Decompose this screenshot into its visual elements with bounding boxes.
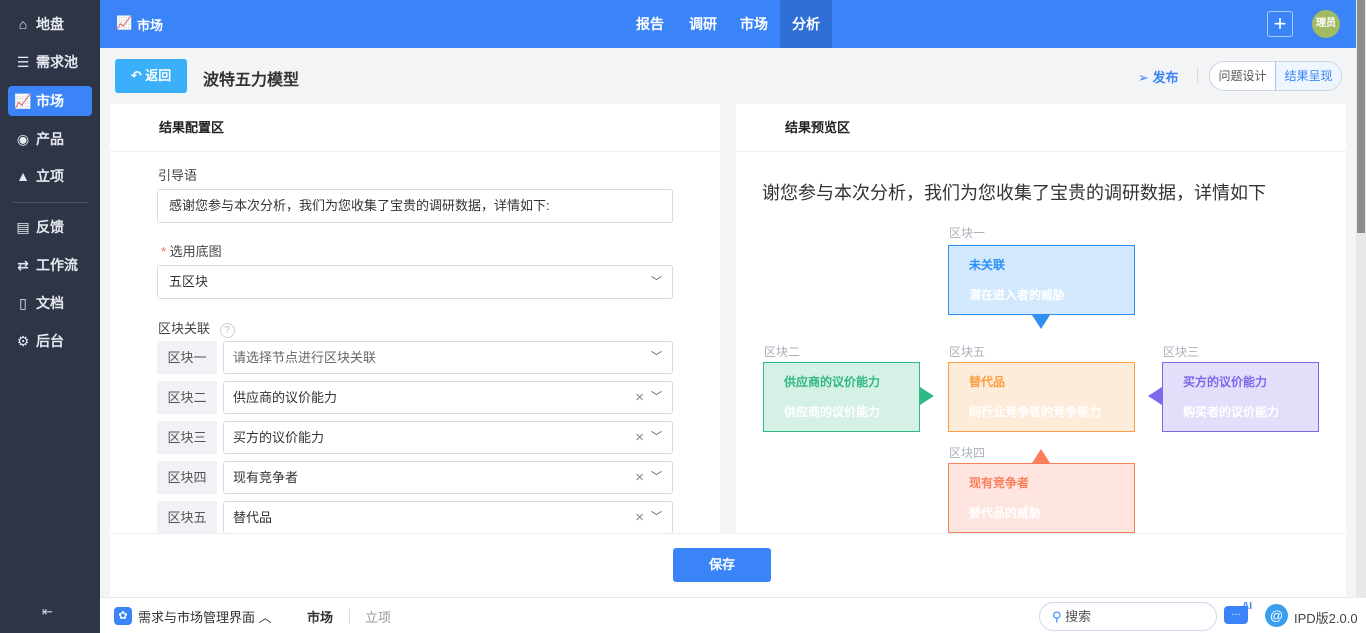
top-bar: 📈 市场 报告 调研 市场 分析 + 理员 (100, 0, 1356, 48)
divider (1197, 67, 1198, 83)
preview-panel-title: 结果预览区 (736, 104, 1346, 152)
breadcrumb-project[interactable]: 立项 (365, 607, 391, 626)
tab-result-display[interactable]: 结果呈现 (1275, 62, 1341, 90)
block-3: 买方的议价能力 购买者的议价能力 (1162, 362, 1319, 432)
arrow-up-icon (1032, 449, 1050, 463)
sidebar-item-requirements[interactable]: ☰ 需求池 (8, 47, 92, 77)
nav-research[interactable]: 调研 (677, 0, 729, 48)
sidebar-divider (12, 202, 88, 203)
chevron-up-icon: ︿ (258, 610, 272, 625)
search-input[interactable]: ⚲ 搜索 (1039, 602, 1217, 631)
bottom-bar: ✿ 需求与市场管理界面 ︿ 市场 立项 ⚲ 搜索 … AI @ IPD版2.0.… (100, 597, 1366, 633)
divider (349, 609, 350, 624)
clear-icon[interactable]: × (635, 462, 644, 493)
block-5: 替代品 同行业竞争者的竞争能力 (948, 362, 1135, 432)
module-title: 市场 (137, 18, 164, 33)
block-row-label: 区块五 (157, 501, 217, 534)
view-tabs: 问题设计 结果呈现 (1209, 61, 1342, 91)
intro-input[interactable]: 感谢您参与本次分析，我们为您收集了宝贵的调研数据，详情如下: (157, 189, 673, 223)
nav-analysis[interactable]: 分析 (780, 0, 832, 48)
sidebar-item-market[interactable]: 📈 市场 (8, 86, 92, 116)
clear-icon[interactable]: × (635, 422, 644, 453)
ipd-logo-icon: @ (1265, 604, 1288, 627)
nav-market[interactable]: 市场 (728, 0, 780, 48)
search-icon: ⚲ (1052, 609, 1066, 624)
clear-icon[interactable]: × (635, 502, 644, 533)
block-4: 现有竞争者 替代品的威胁 (948, 463, 1135, 533)
sidebar-item-workflow[interactable]: ⇄ 工作流 (8, 250, 92, 280)
block-4-select[interactable]: 现有竞争者 × ﹀ (223, 461, 673, 494)
block-assoc-label: 区块关联 ? (158, 318, 235, 338)
collapse-sidebar-icon[interactable]: ⇤ (42, 604, 53, 620)
inbox-icon: ▤ (16, 218, 30, 235)
arrow-down-icon (1032, 315, 1050, 329)
chevron-down-icon: ﹀ (651, 276, 662, 288)
preview-heading: 谢您参与本次分析，我们为您收集了宝贵的调研数据，详情如下 (762, 183, 1266, 203)
block-label: 区块三 (1163, 345, 1200, 359)
help-icon[interactable]: ? (219, 323, 235, 338)
chart-icon: 📈 (14, 92, 32, 109)
block-2-select[interactable]: 供应商的议价能力 × ﹀ (223, 381, 673, 414)
block-row-label: 区块四 (157, 461, 217, 494)
base-map-select[interactable]: 五区块 ﹀ (157, 265, 673, 299)
sidebar-item-feedback[interactable]: ▤ 反馈 (8, 212, 92, 242)
base-map-label: * 选用底图 (161, 244, 222, 259)
config-panel: 结果配置区 引导语 感谢您参与本次分析，我们为您收集了宝贵的调研数据，详情如下:… (110, 104, 720, 534)
block-2: 供应商的议价能力 供应商的议价能力 (763, 362, 920, 432)
back-button[interactable]: ↶ 返回 (115, 59, 187, 93)
chevron-down-icon: ﹀ (651, 511, 662, 523)
block-1: 未关联 潜在进入者的威胁 (948, 245, 1135, 315)
chevron-down-icon: ﹀ (651, 471, 662, 483)
send-icon: ➢ (1138, 70, 1153, 85)
clear-icon[interactable]: × (635, 382, 644, 413)
nav-report[interactable]: 报告 (624, 0, 676, 48)
save-bar: 保存 (110, 533, 1346, 597)
gear-icon: ⚙ (16, 332, 30, 349)
arrow-left-icon (1148, 387, 1162, 405)
preview-panel: 结果预览区 谢您参与本次分析，我们为您收集了宝贵的调研数据，详情如下 区块一 未… (736, 104, 1346, 534)
sidebar-item-project[interactable]: ▲ 立项 (8, 161, 92, 191)
sidebar-item-product[interactable]: ◉ 产品 (8, 124, 92, 154)
app-icon: ✿ (114, 607, 132, 625)
sidebar-item-docs[interactable]: ▯ 文档 (8, 288, 92, 318)
bulb-icon: ◉ (16, 130, 30, 147)
document-icon: ▯ (19, 294, 27, 311)
scrollbar[interactable] (1356, 0, 1366, 597)
chevron-down-icon: ﹀ (651, 391, 662, 403)
intro-label: 引导语 (158, 168, 198, 183)
chevron-down-icon: ﹀ (651, 351, 662, 363)
block-1-select[interactable]: 请选择节点进行区块关联 ﹀ (223, 341, 673, 374)
config-panel-title: 结果配置区 (110, 104, 720, 152)
sidebar-item-admin[interactable]: ⚙ 后台 (8, 326, 92, 356)
page-title: 波特五力模型 (203, 72, 300, 89)
sidebar-item-home[interactable]: ⌂ 地盘 (8, 9, 92, 39)
tab-question-design[interactable]: 问题设计 (1210, 62, 1275, 90)
arrow-right-icon (920, 387, 934, 405)
publish-button[interactable]: ➢ 发布 (1138, 67, 1179, 86)
avatar[interactable]: 理员 (1312, 10, 1340, 38)
app-switcher[interactable]: 需求与市场管理界面 ︿ (138, 607, 272, 626)
chart-icon: 📈 (116, 15, 133, 30)
breadcrumb-market[interactable]: 市场 (307, 607, 333, 626)
rocket-icon: ▲ (16, 168, 30, 184)
block-label: 区块一 (949, 226, 986, 240)
back-arrow-icon: ↶ (130, 68, 146, 83)
version-label: IPD版2.0.0 (1294, 611, 1358, 626)
list-icon: ☰ (16, 53, 30, 70)
block-row-label: 区块二 (157, 381, 217, 414)
block-row-label: 区块三 (157, 421, 217, 454)
block-3-select[interactable]: 买方的议价能力 × ﹀ (223, 421, 673, 454)
block-label: 区块五 (949, 345, 986, 359)
block-5-select[interactable]: 替代品 × ﹀ (223, 501, 673, 534)
block-row-label: 区块一 (157, 341, 217, 374)
home-icon: ⌂ (18, 16, 28, 32)
sidebar: ⌂ 地盘 ☰ 需求池 📈 市场 ◉ 产品 ▲ 立项 ▤ 反馈 ⇄ 工作流 ▯ 文档 ⚙ 后台 ⇤ (0, 0, 100, 633)
chevron-down-icon: ﹀ (651, 431, 662, 443)
add-button[interactable]: + (1267, 11, 1293, 37)
block-label: 区块二 (764, 345, 801, 359)
workflow-icon: ⇄ (17, 256, 29, 273)
block-label: 区块四 (949, 446, 986, 460)
ai-label: AI (1242, 601, 1252, 612)
save-button[interactable]: 保存 (673, 548, 771, 582)
